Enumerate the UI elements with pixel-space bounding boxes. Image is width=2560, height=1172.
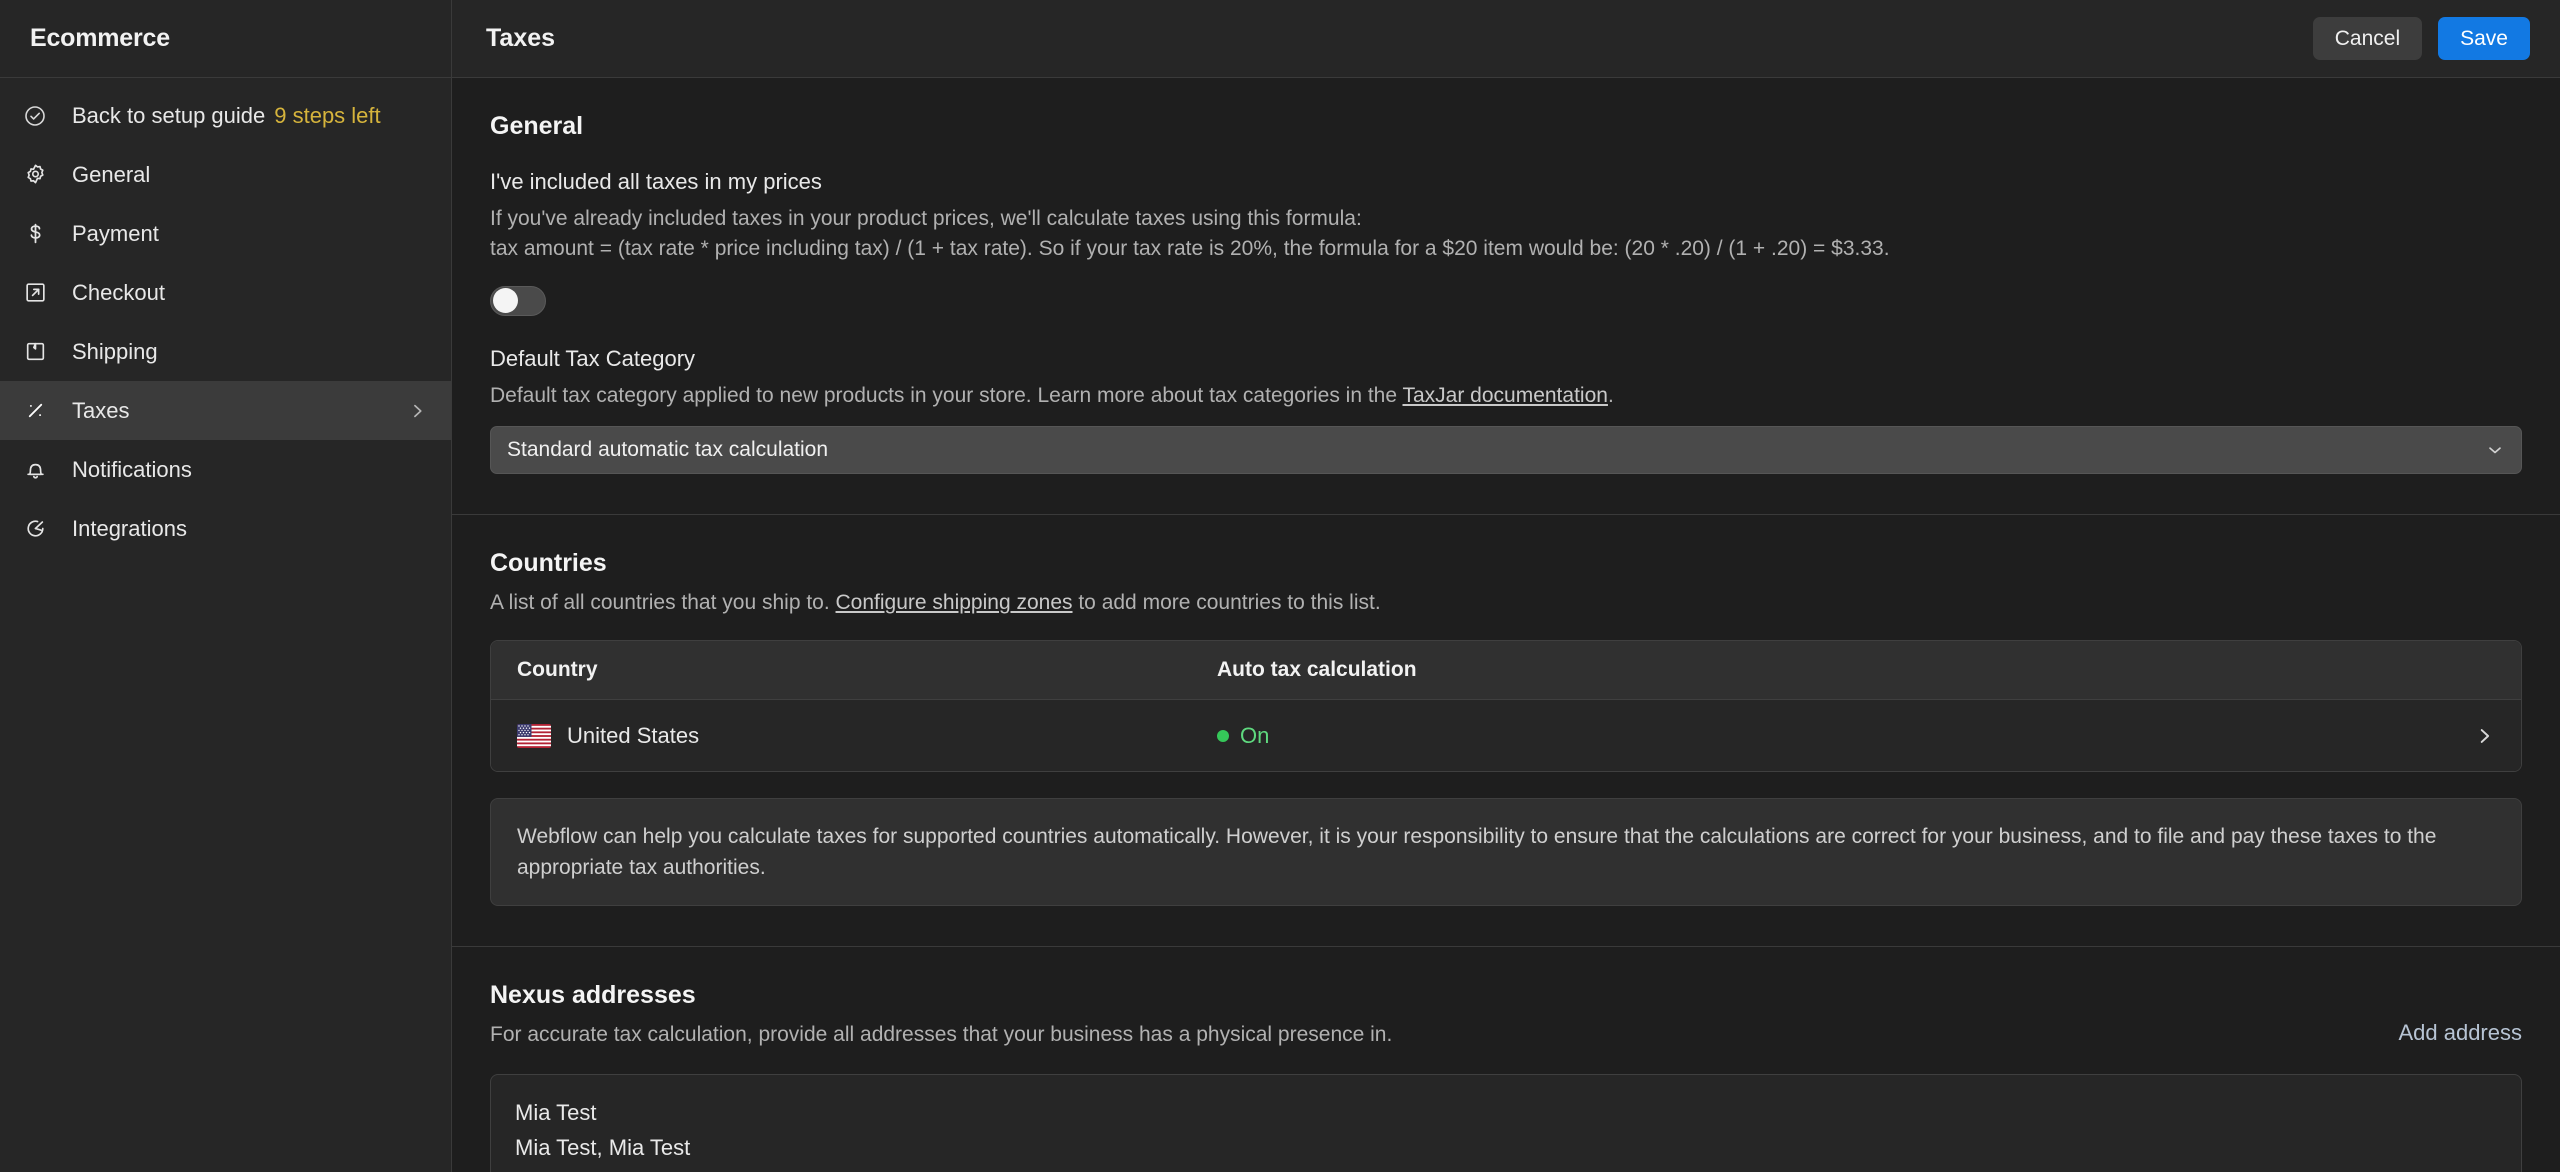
topbar-actions: Cancel Save [2312, 17, 2530, 60]
integrations-icon [18, 516, 52, 541]
included-taxes-label: I've included all taxes in my prices [490, 169, 822, 194]
column-header-country: Country [517, 658, 598, 682]
default-tax-category-label: Default Tax Category [490, 345, 696, 371]
sidebar-nav: Back to setup guide 9 steps left General [0, 78, 451, 558]
topbar: Taxes Cancel Save [452, 0, 2560, 78]
sidebar-item-back-to-setup-guide[interactable]: Back to setup guide 9 steps left [0, 86, 451, 145]
taxjar-documentation-link[interactable]: TaxJar documentation [1402, 384, 1607, 407]
tax-disclaimer-notice: Webflow can help you calculate taxes for… [490, 798, 2522, 907]
configure-shipping-zones-link[interactable]: Configure shipping zones [836, 591, 1073, 614]
dollar-icon [18, 221, 52, 246]
default-tax-category-desc-pre: Default tax category applied to new prod… [490, 383, 1403, 407]
included-taxes-description: If you've already included taxes in your… [490, 204, 2522, 264]
us-flag-icon [517, 723, 551, 748]
cancel-button[interactable]: Cancel [2312, 17, 2423, 60]
sidebar-item-taxes[interactable]: Taxes [0, 381, 451, 440]
sidebar-item-shipping[interactable]: Shipping [0, 322, 451, 381]
sidebar-item-label-setup: Back to setup guide [72, 102, 266, 128]
toggle-knob [493, 288, 518, 314]
sidebar-item-label: Shipping [72, 338, 158, 364]
main-panel: Taxes Cancel Save General I've included … [452, 0, 2560, 1172]
section-heading-nexus-addresses: Nexus addresses [490, 981, 696, 1010]
nexus-header: Nexus addresses For accurate tax calcula… [490, 981, 2522, 1050]
status-badge: On [1240, 722, 1270, 748]
countries-table: Country Auto tax calculation United Stat… [490, 640, 2522, 773]
sidebar: Ecommerce Back to setup guide 9 steps le… [0, 0, 452, 1172]
country-name: United States [567, 722, 700, 748]
page-title: Taxes [486, 24, 556, 52]
address-line: Florida 34997 [515, 1166, 2497, 1172]
nexus-description: For accurate tax calculation, provide al… [490, 1023, 1393, 1047]
address-line: Mia Test, Mia Test [515, 1135, 691, 1161]
included-taxes-toggle[interactable] [490, 285, 546, 316]
countries-description: A list of all countries that you ship to… [490, 588, 2522, 618]
percent-icon [18, 398, 52, 423]
included-taxes-desc-line-1: If you've already included taxes in your… [490, 207, 1362, 230]
chevron-right-icon[interactable] [2473, 725, 2495, 747]
sidebar-item-label: Checkout [72, 279, 165, 305]
section-nexus-addresses: Nexus addresses For accurate tax calcula… [452, 947, 2560, 1172]
default-tax-category-desc-post: . [1607, 383, 1614, 407]
sidebar-item-label: Taxes [72, 397, 130, 423]
sidebar-item-notifications[interactable]: Notifications [0, 440, 451, 499]
nexus-header-text: Nexus addresses For accurate tax calcula… [490, 981, 2398, 1050]
sidebar-item-payment[interactable]: Payment [0, 204, 451, 263]
chevron-down-icon [2485, 440, 2505, 460]
default-tax-category-select[interactable]: Standard automatic tax calculation [490, 426, 2522, 475]
sidebar-title: Ecommerce [30, 24, 170, 52]
add-address-button[interactable]: Add address [2398, 981, 2522, 1046]
status-dot-icon [1217, 729, 1229, 742]
gear-icon [18, 162, 52, 187]
save-button[interactable]: Save [2438, 17, 2530, 60]
setup-steps-left-badge: 9 steps left [274, 102, 381, 128]
sidebar-item-label: General [72, 161, 151, 187]
sidebar-item-label: Integrations [72, 515, 187, 541]
sidebar-item-checkout[interactable]: Checkout [0, 263, 451, 322]
address-line: Mia Test [515, 1100, 597, 1126]
cell-country: United States [517, 723, 1217, 749]
countries-desc-post: to add more countries to this list. [1072, 591, 1381, 615]
sidebar-item-label: Notifications [72, 456, 192, 482]
countries-desc-pre: A list of all countries that you ship to… [490, 591, 836, 615]
arrow-box-icon [18, 280, 52, 305]
sidebar-header: Ecommerce [0, 0, 451, 78]
section-heading-countries: Countries [490, 549, 607, 578]
included-taxes-desc-line-2: tax amount = (tax rate * price including… [490, 236, 1890, 260]
box-icon [18, 339, 52, 364]
table-row[interactable]: United States On [491, 700, 2521, 772]
default-tax-category-description: Default tax category applied to new prod… [490, 381, 2522, 411]
chevron-right-icon [407, 401, 427, 421]
default-tax-category-value: Standard automatic tax calculation [507, 438, 829, 462]
sidebar-item-general[interactable]: General [0, 145, 451, 204]
countries-table-header: Country Auto tax calculation [491, 641, 2521, 701]
sidebar-item-integrations[interactable]: Integrations [0, 499, 451, 558]
column-header-auto-tax-calculation: Auto tax calculation [1217, 658, 1417, 682]
section-heading-general: General [490, 112, 584, 140]
bell-icon [18, 457, 52, 482]
settings-content: General I've included all taxes in my pr… [452, 78, 2560, 1172]
address-card[interactable]: Mia Test Mia Test, Mia Test Florida 3499… [490, 1074, 2522, 1172]
check-circle-icon [18, 104, 52, 128]
cell-auto-tax-calculation: On [1217, 723, 2495, 749]
app-window: Ecommerce Back to setup guide 9 steps le… [0, 0, 2560, 1172]
section-general: General I've included all taxes in my pr… [452, 78, 2560, 516]
sidebar-item-label: Payment [72, 220, 159, 246]
section-countries: Countries A list of all countries that y… [452, 515, 2560, 948]
